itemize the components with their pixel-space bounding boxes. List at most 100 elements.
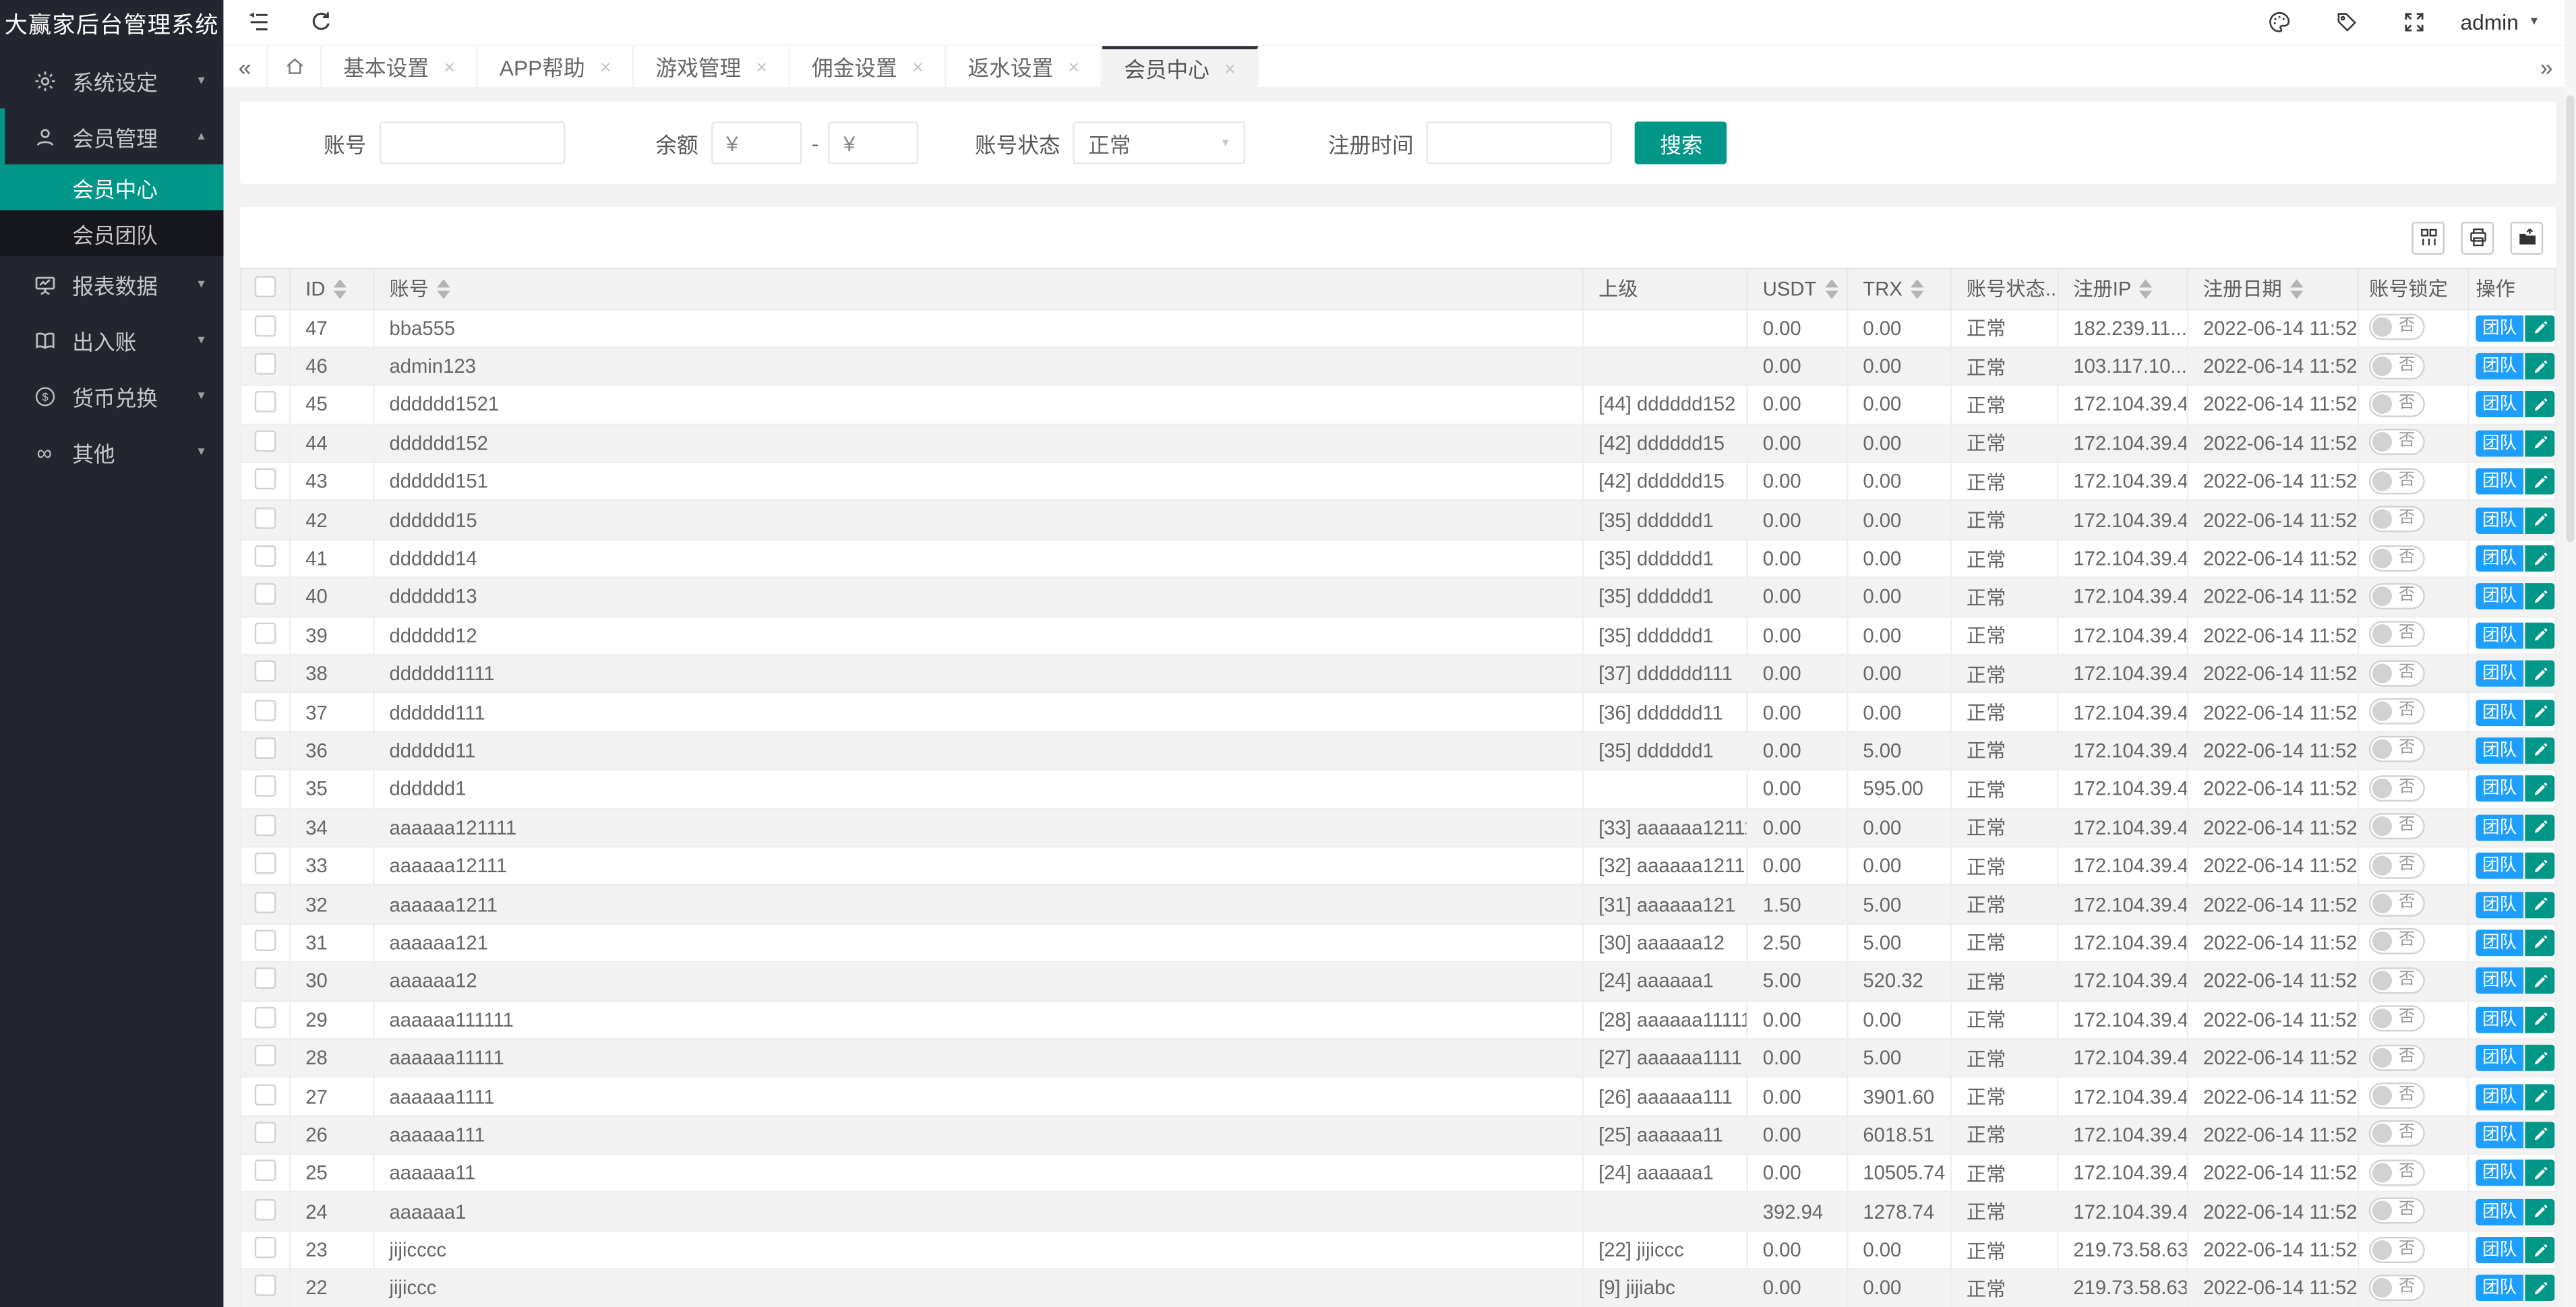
lock-toggle[interactable]: 否	[2368, 774, 2425, 801]
lock-toggle[interactable]: 否	[2368, 1043, 2425, 1070]
row-checkbox[interactable]	[254, 584, 276, 605]
tabs-scroll-left-icon[interactable]: «	[223, 46, 268, 88]
team-button[interactable]: 团队	[2476, 392, 2524, 419]
team-button[interactable]: 团队	[2476, 1237, 2524, 1264]
team-button[interactable]: 团队	[2476, 930, 2524, 956]
edit-button[interactable]	[2525, 1045, 2554, 1072]
edit-button[interactable]	[2525, 507, 2554, 534]
sidebar-item-member-team[interactable]: 会员团队	[0, 210, 223, 256]
collapse-sidebar-icon[interactable]	[237, 1, 279, 43]
lock-toggle[interactable]: 否	[2368, 928, 2425, 955]
edit-button[interactable]	[2525, 1083, 2554, 1110]
edit-button[interactable]	[2525, 353, 2554, 380]
lock-toggle[interactable]: 否	[2368, 582, 2425, 609]
sort-icon[interactable]	[2290, 278, 2304, 299]
team-button[interactable]: 团队	[2476, 353, 2524, 380]
team-button[interactable]: 团队	[2476, 968, 2524, 995]
row-checkbox[interactable]	[254, 1275, 276, 1297]
sidebar-item-system-settings[interactable]: 系统设定 ▼	[0, 53, 223, 109]
lock-toggle[interactable]: 否	[2368, 1159, 2425, 1186]
lock-toggle[interactable]: 否	[2368, 813, 2425, 840]
lock-toggle[interactable]: 否	[2368, 890, 2425, 917]
edit-button[interactable]	[2525, 584, 2554, 611]
row-checkbox[interactable]	[254, 1122, 276, 1143]
edit-button[interactable]	[2525, 545, 2554, 572]
lock-toggle[interactable]: 否	[2368, 390, 2425, 417]
tab-commission-settings[interactable]: 佣金设置 ×	[790, 46, 947, 88]
lock-toggle[interactable]: 否	[2368, 1005, 2425, 1032]
team-button[interactable]: 团队	[2476, 507, 2524, 534]
select-all-cell[interactable]	[239, 268, 291, 310]
row-checkbox[interactable]	[254, 814, 276, 836]
search-button[interactable]: 搜索	[1635, 121, 1728, 164]
lock-toggle[interactable]: 否	[2368, 698, 2425, 725]
tab-app-help[interactable]: APP帮助 ×	[478, 46, 634, 88]
lock-toggle[interactable]: 否	[2368, 659, 2425, 686]
sidebar-item-other[interactable]: ∞ 其他 ▼	[0, 424, 223, 480]
close-icon[interactable]: ×	[444, 55, 455, 78]
edit-button[interactable]	[2525, 776, 2554, 803]
lock-toggle[interactable]: 否	[2368, 1082, 2425, 1109]
lock-toggle[interactable]: 否	[2368, 967, 2425, 994]
sidebar-item-transactions[interactable]: 出入账 ▼	[0, 312, 223, 368]
row-checkbox[interactable]	[254, 1045, 276, 1066]
lock-toggle[interactable]: 否	[2368, 467, 2425, 494]
column-header[interactable]: 账号	[373, 268, 1584, 310]
column-header[interactable]: 账号状态...	[1950, 268, 2059, 310]
sort-icon[interactable]	[437, 278, 450, 299]
team-button[interactable]: 团队	[2476, 814, 2524, 841]
edit-button[interactable]	[2525, 622, 2554, 649]
team-button[interactable]: 团队	[2476, 1083, 2524, 1110]
row-checkbox[interactable]	[254, 1237, 276, 1258]
row-checkbox[interactable]	[254, 930, 276, 951]
team-button[interactable]: 团队	[2476, 1160, 2524, 1187]
row-checkbox[interactable]	[254, 622, 276, 644]
lock-toggle[interactable]: 否	[2368, 1120, 2425, 1147]
edit-button[interactable]	[2525, 430, 2554, 457]
balance-max-input[interactable]	[829, 121, 920, 164]
edit-button[interactable]	[2525, 1237, 2554, 1264]
lock-toggle[interactable]: 否	[2368, 544, 2425, 571]
team-button[interactable]: 团队	[2476, 584, 2524, 611]
team-button[interactable]: 团队	[2476, 545, 2524, 572]
edit-button[interactable]	[2525, 661, 2554, 688]
edit-button[interactable]	[2525, 891, 2554, 918]
team-button[interactable]: 团队	[2476, 1045, 2524, 1072]
column-header[interactable]: 操作	[2467, 268, 2556, 310]
team-button[interactable]: 团队	[2476, 699, 2524, 726]
lock-toggle[interactable]: 否	[2368, 621, 2425, 648]
edit-button[interactable]	[2525, 968, 2554, 995]
sort-icon[interactable]	[1911, 278, 1924, 299]
filter-columns-icon[interactable]	[2412, 220, 2445, 254]
lock-toggle[interactable]: 否	[2368, 1236, 2425, 1263]
row-checkbox[interactable]	[254, 545, 276, 567]
team-button[interactable]: 团队	[2476, 1006, 2524, 1033]
edit-button[interactable]	[2525, 392, 2554, 419]
sidebar-item-report-data[interactable]: 报表数据 ▼	[0, 256, 223, 312]
fullscreen-icon[interactable]	[2393, 1, 2436, 43]
row-checkbox[interactable]	[254, 737, 276, 759]
tab-member-center[interactable]: 会员中心 ×	[1102, 46, 1259, 88]
register-time-input[interactable]	[1427, 121, 1613, 164]
edit-button[interactable]	[2525, 1198, 2554, 1225]
column-header[interactable]: 注册日期	[2186, 268, 2360, 310]
sort-icon[interactable]	[333, 278, 347, 299]
team-button[interactable]: 团队	[2476, 468, 2524, 495]
edit-button[interactable]	[2525, 1160, 2554, 1187]
lock-toggle[interactable]: 否	[2368, 1197, 2425, 1224]
edit-button[interactable]	[2525, 468, 2554, 495]
row-checkbox[interactable]	[254, 1160, 276, 1182]
row-checkbox[interactable]	[254, 1083, 276, 1105]
team-button[interactable]: 团队	[2476, 661, 2524, 688]
edit-button[interactable]	[2525, 1006, 2554, 1033]
team-button[interactable]: 团队	[2476, 622, 2524, 649]
sort-icon[interactable]	[2139, 278, 2153, 299]
export-icon[interactable]	[2510, 220, 2544, 254]
close-icon[interactable]: ×	[600, 55, 611, 78]
account-input[interactable]	[379, 121, 566, 164]
lock-toggle[interactable]: 否	[2368, 506, 2425, 533]
sidebar-item-currency-exchange[interactable]: $ 货币兑换 ▼	[0, 368, 223, 424]
close-icon[interactable]: ×	[1224, 57, 1236, 80]
team-button[interactable]: 团队	[2476, 853, 2524, 880]
team-button[interactable]: 团队	[2476, 430, 2524, 457]
